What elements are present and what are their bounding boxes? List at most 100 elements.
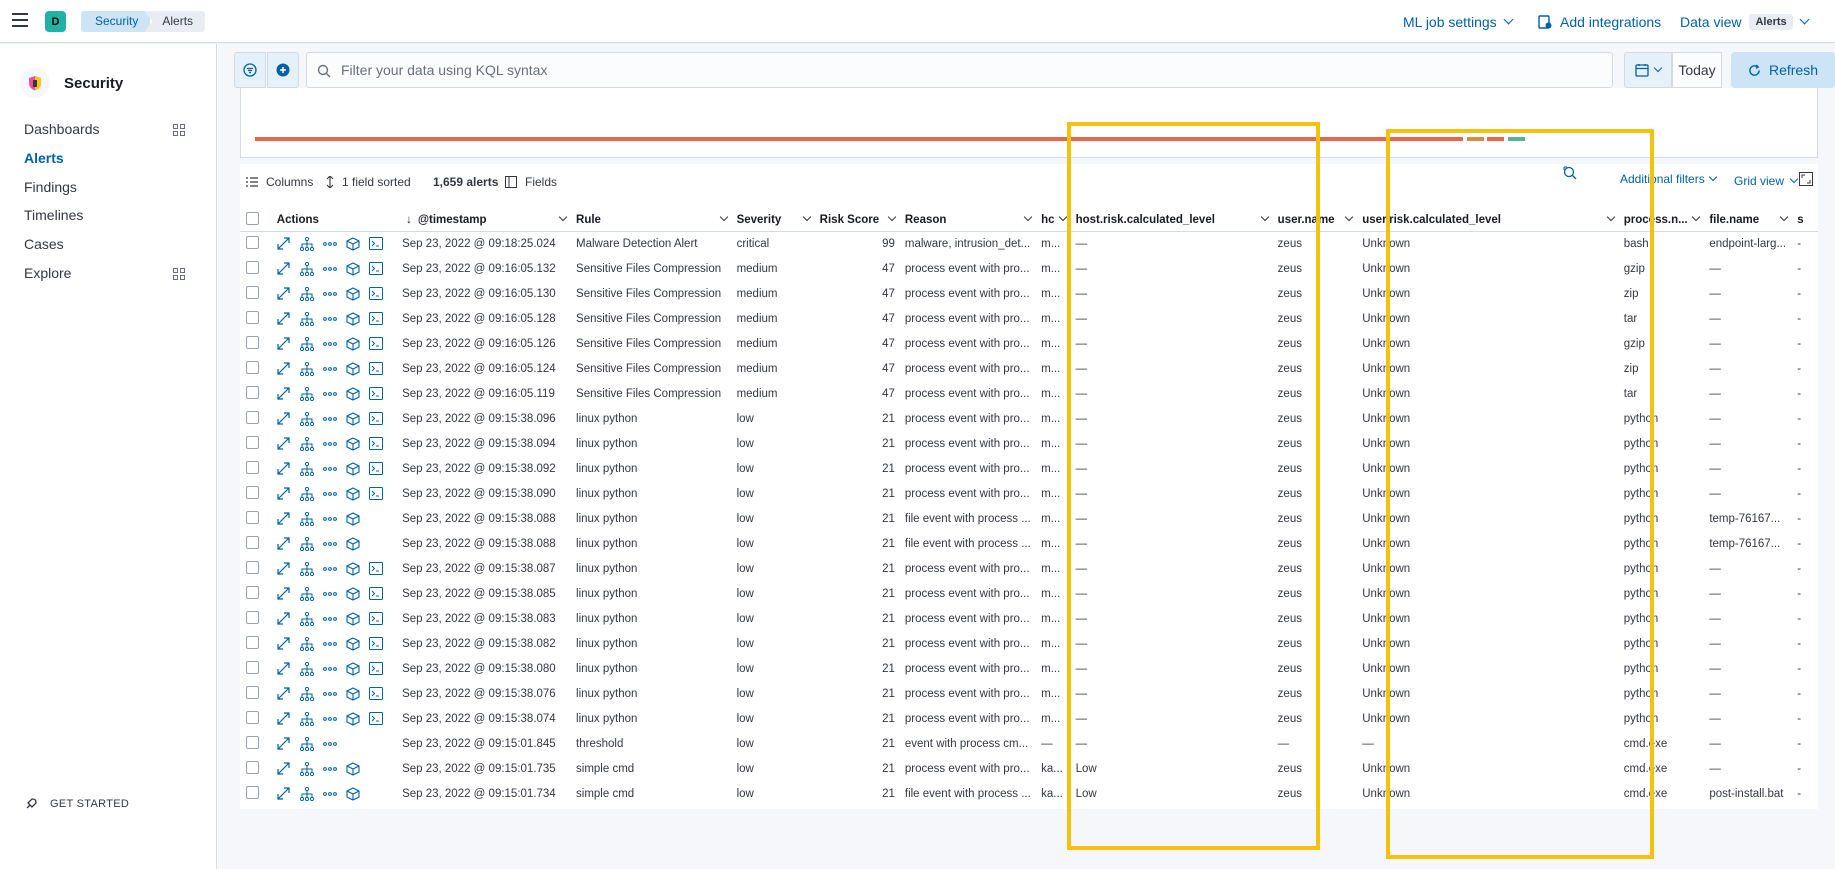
more-actions-icon[interactable] <box>322 662 337 676</box>
row-checkbox[interactable] <box>246 710 259 724</box>
analyze-event-icon[interactable] <box>299 436 314 451</box>
analyze-event-icon[interactable] <box>299 261 314 276</box>
table-row[interactable]: Sep 23, 2022 @ 09:15:38.076 linux python l… <box>240 681 1818 706</box>
session-view-icon[interactable] <box>368 562 383 576</box>
investigate-in-timeline-icon[interactable] <box>346 311 360 326</box>
session-view-icon[interactable] <box>368 687 383 701</box>
expand-alert-icon[interactable] <box>277 762 291 776</box>
expand-alert-icon[interactable] <box>277 562 291 576</box>
table-row[interactable]: Sep 23, 2022 @ 09:15:38.087 linux python l… <box>240 556 1818 581</box>
analyze-event-icon[interactable] <box>299 411 314 426</box>
select-all-checkbox[interactable] <box>246 211 259 225</box>
more-actions-icon[interactable] <box>322 237 337 251</box>
ml-job-settings-button[interactable]: ML job settings <box>1403 0 1514 43</box>
refresh-button[interactable]: Refresh <box>1731 52 1835 88</box>
row-checkbox[interactable] <box>246 410 259 424</box>
more-actions-icon[interactable] <box>322 337 337 351</box>
table-row[interactable]: Sep 23, 2022 @ 09:15:38.085 linux python l… <box>240 581 1818 606</box>
analyze-event-icon[interactable] <box>299 736 314 751</box>
row-checkbox[interactable] <box>246 560 259 574</box>
investigate-in-timeline-icon[interactable] <box>346 286 360 301</box>
sidebar-item-findings[interactable]: Findings <box>24 179 77 195</box>
table-row[interactable]: Sep 23, 2022 @ 09:15:01.845 threshold low 2… <box>240 731 1818 756</box>
row-checkbox[interactable] <box>246 660 259 674</box>
more-actions-icon[interactable] <box>322 537 337 551</box>
expand-alert-icon[interactable] <box>277 637 291 651</box>
expand-alert-icon[interactable] <box>277 787 291 801</box>
menu-icon[interactable] <box>12 13 28 27</box>
column-header-severity[interactable]: Severity <box>732 209 816 232</box>
more-actions-icon[interactable] <box>322 637 337 651</box>
row-checkbox[interactable] <box>246 285 259 299</box>
more-actions-icon[interactable] <box>322 762 337 776</box>
table-row[interactable]: Sep 23, 2022 @ 09:15:38.090 linux python l… <box>240 481 1818 506</box>
row-checkbox[interactable] <box>246 635 259 649</box>
table-row[interactable]: Sep 23, 2022 @ 09:15:38.074 linux python l… <box>240 706 1818 731</box>
column-header-host-risk[interactable]: host.risk.calculated_level <box>1071 209 1274 232</box>
table-row[interactable]: Sep 23, 2022 @ 09:16:05.124 Sensitive Fil… <box>240 356 1818 381</box>
analyze-event-icon[interactable] <box>299 236 314 251</box>
sidebar-item-timelines[interactable]: Timelines <box>24 207 83 223</box>
table-row[interactable]: Sep 23, 2022 @ 09:15:38.092 linux python l… <box>240 456 1818 481</box>
fullscreen-button[interactable] <box>1799 172 1813 186</box>
expand-alert-icon[interactable] <box>277 537 291 551</box>
investigate-in-timeline-icon[interactable] <box>346 461 360 476</box>
column-header-timestamp[interactable]: ↓ @timestamp <box>398 209 573 232</box>
session-view-icon[interactable] <box>368 337 383 351</box>
row-checkbox[interactable] <box>246 335 259 349</box>
investigate-in-timeline-icon[interactable] <box>346 711 360 726</box>
investigate-in-timeline-icon[interactable] <box>346 536 360 551</box>
expand-alert-icon[interactable] <box>277 712 291 726</box>
session-view-icon[interactable] <box>368 437 383 451</box>
expand-alert-icon[interactable] <box>277 412 291 426</box>
investigate-in-timeline-icon[interactable] <box>346 237 360 251</box>
expand-alert-icon[interactable] <box>277 737 291 751</box>
session-view-icon[interactable] <box>368 612 383 626</box>
column-header-host-name[interactable]: hc <box>1037 209 1072 232</box>
table-row[interactable]: Sep 23, 2022 @ 09:15:38.096 linux python l… <box>240 406 1818 431</box>
analyze-event-icon[interactable] <box>299 511 314 526</box>
more-actions-icon[interactable] <box>322 612 337 626</box>
more-actions-icon[interactable] <box>322 462 337 476</box>
analyze-event-icon[interactable] <box>299 386 314 401</box>
explore-grid-icon[interactable] <box>173 268 185 280</box>
analyze-event-icon[interactable] <box>299 286 314 301</box>
session-view-icon[interactable] <box>368 487 383 501</box>
more-actions-icon[interactable] <box>322 312 337 326</box>
column-header-file-name[interactable]: file.name <box>1705 209 1794 232</box>
analyze-event-icon[interactable] <box>299 786 314 801</box>
analyze-event-icon[interactable] <box>299 686 314 701</box>
session-view-icon[interactable] <box>368 412 383 426</box>
analyze-event-icon[interactable] <box>299 461 314 476</box>
session-view-icon[interactable] <box>368 712 383 726</box>
investigate-in-timeline-icon[interactable] <box>346 436 360 451</box>
expand-alert-icon[interactable] <box>277 587 291 601</box>
more-actions-icon[interactable] <box>322 687 337 701</box>
row-checkbox[interactable] <box>246 435 259 449</box>
more-actions-icon[interactable] <box>322 512 337 526</box>
expand-alert-icon[interactable] <box>277 662 291 676</box>
more-actions-icon[interactable] <box>322 287 337 301</box>
row-checkbox[interactable] <box>246 460 259 474</box>
session-view-icon[interactable] <box>368 287 383 301</box>
session-view-icon[interactable] <box>368 237 383 251</box>
row-checkbox[interactable] <box>246 535 259 549</box>
table-row[interactable]: Sep 23, 2022 @ 09:16:05.130 Sensitive Fil… <box>240 281 1818 306</box>
row-checkbox[interactable] <box>246 510 259 524</box>
more-actions-icon[interactable] <box>322 362 337 376</box>
more-actions-icon[interactable] <box>322 787 337 801</box>
add-integrations-button[interactable]: Add integrations <box>1538 0 1661 43</box>
session-view-icon[interactable] <box>368 662 383 676</box>
table-row[interactable]: Sep 23, 2022 @ 09:15:01.735 simple cmd low… <box>240 756 1818 781</box>
more-actions-icon[interactable] <box>322 412 337 426</box>
row-checkbox[interactable] <box>246 260 259 274</box>
breadcrumb-security[interactable]: Security <box>81 11 151 32</box>
investigate-in-timeline-icon[interactable] <box>346 336 360 351</box>
expand-alert-icon[interactable] <box>277 512 291 526</box>
dashboards-grid-icon[interactable] <box>173 124 185 136</box>
get-started-link[interactable]: GET STARTED <box>24 797 129 811</box>
investigate-in-timeline-icon[interactable] <box>346 411 360 426</box>
more-actions-icon[interactable] <box>322 737 337 751</box>
investigate-in-timeline-icon[interactable] <box>346 586 360 601</box>
table-row[interactable]: Sep 23, 2022 @ 09:16:05.119 Sensitive Fil… <box>240 381 1818 406</box>
